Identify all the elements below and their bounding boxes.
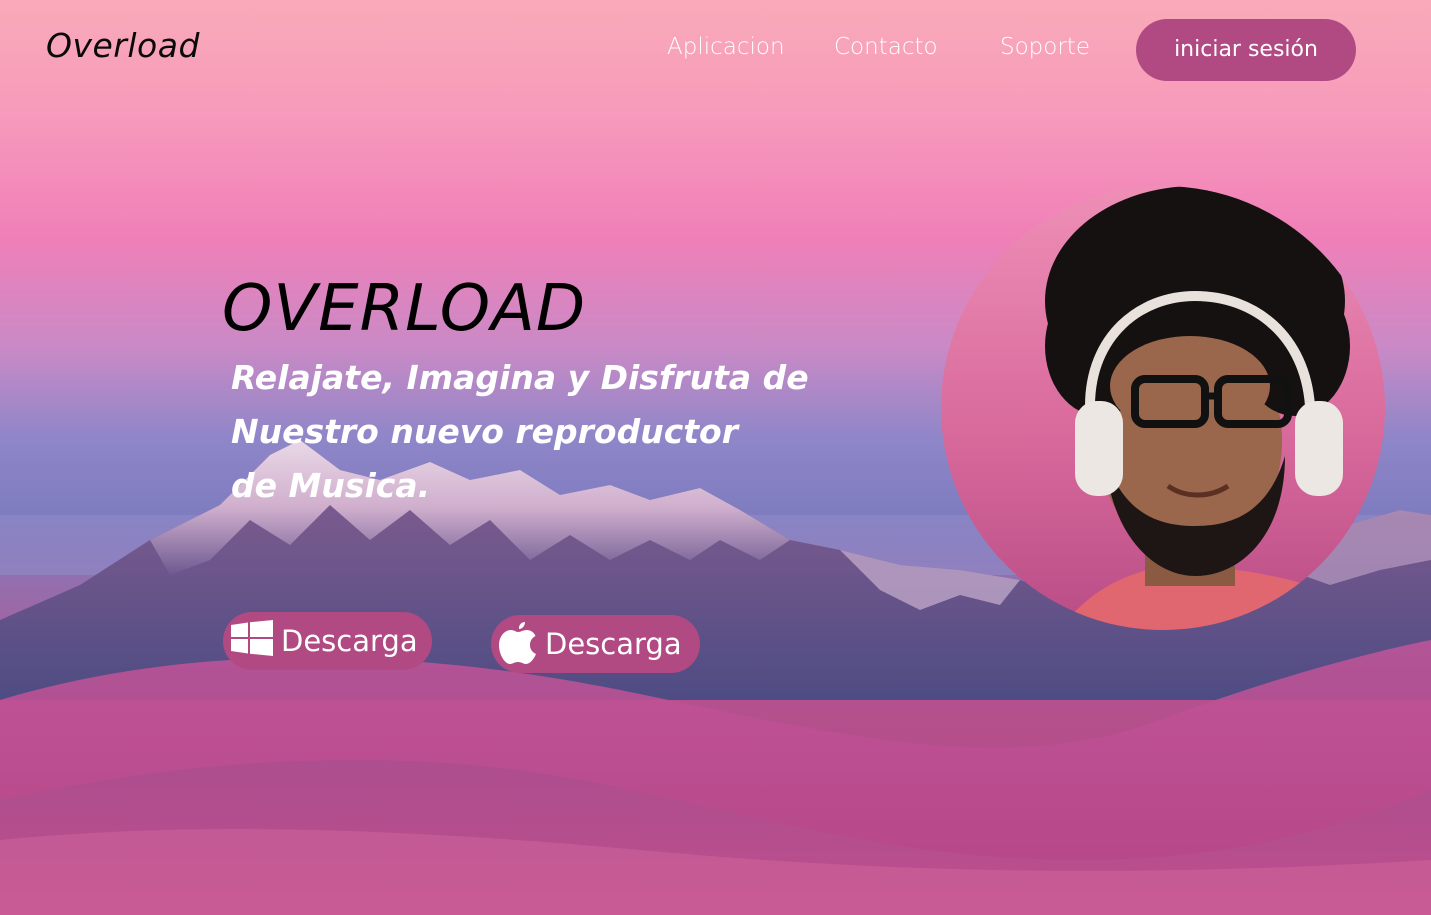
windows-icon xyxy=(231,619,273,663)
login-button[interactable]: iniciar sesión xyxy=(1136,19,1356,81)
hero-subtitle-line-1: Relajate, Imagina y Disfruta de xyxy=(231,358,809,397)
listener-portrait xyxy=(941,186,1385,630)
hero-subtitle-line-3: de Musica. xyxy=(231,466,431,505)
hero-title: OVERLOAD xyxy=(222,272,587,346)
nav-link-aplicacion[interactable]: Aplicacion xyxy=(667,34,785,60)
nav-link-contacto[interactable]: Contacto xyxy=(834,34,938,60)
nav-link-soporte[interactable]: Soporte xyxy=(1000,34,1090,60)
landing-page: Overload Aplicacion Contacto Soporte ini… xyxy=(0,0,1431,915)
hero-subtitle-line-2: Nuestro nuevo reproductor xyxy=(231,412,739,451)
brand-logo[interactable]: Overload xyxy=(46,26,200,65)
download-windows-label: Descarga xyxy=(281,624,418,658)
apple-icon xyxy=(499,618,537,671)
download-apple-button[interactable]: Descarga xyxy=(491,615,700,673)
download-windows-button[interactable]: Descarga xyxy=(223,612,432,670)
download-apple-label: Descarga xyxy=(545,627,682,661)
